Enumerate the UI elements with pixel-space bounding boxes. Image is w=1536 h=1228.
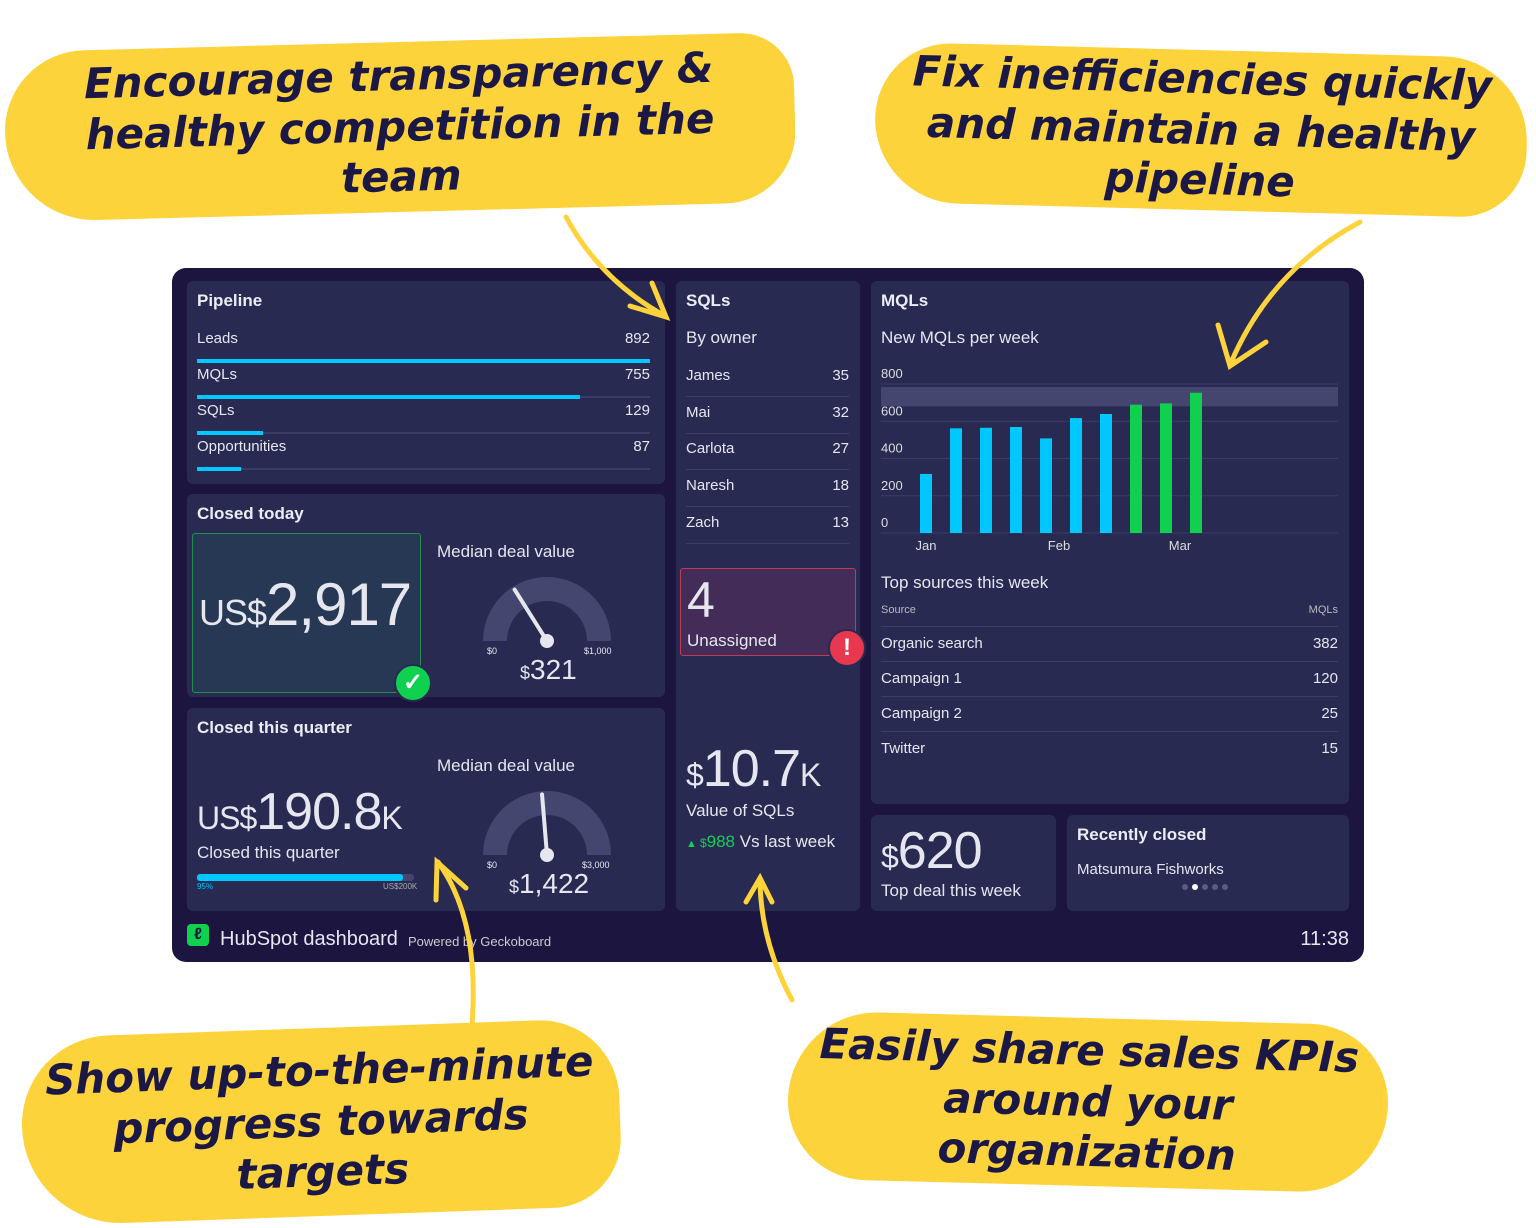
- annotation-arrows: [433, 214, 1363, 1028]
- arrow-icon: [433, 856, 476, 1028]
- arrow-icon: [1215, 219, 1363, 370]
- arrow-icon: [563, 214, 671, 321]
- arrow-icon: [743, 872, 795, 1003]
